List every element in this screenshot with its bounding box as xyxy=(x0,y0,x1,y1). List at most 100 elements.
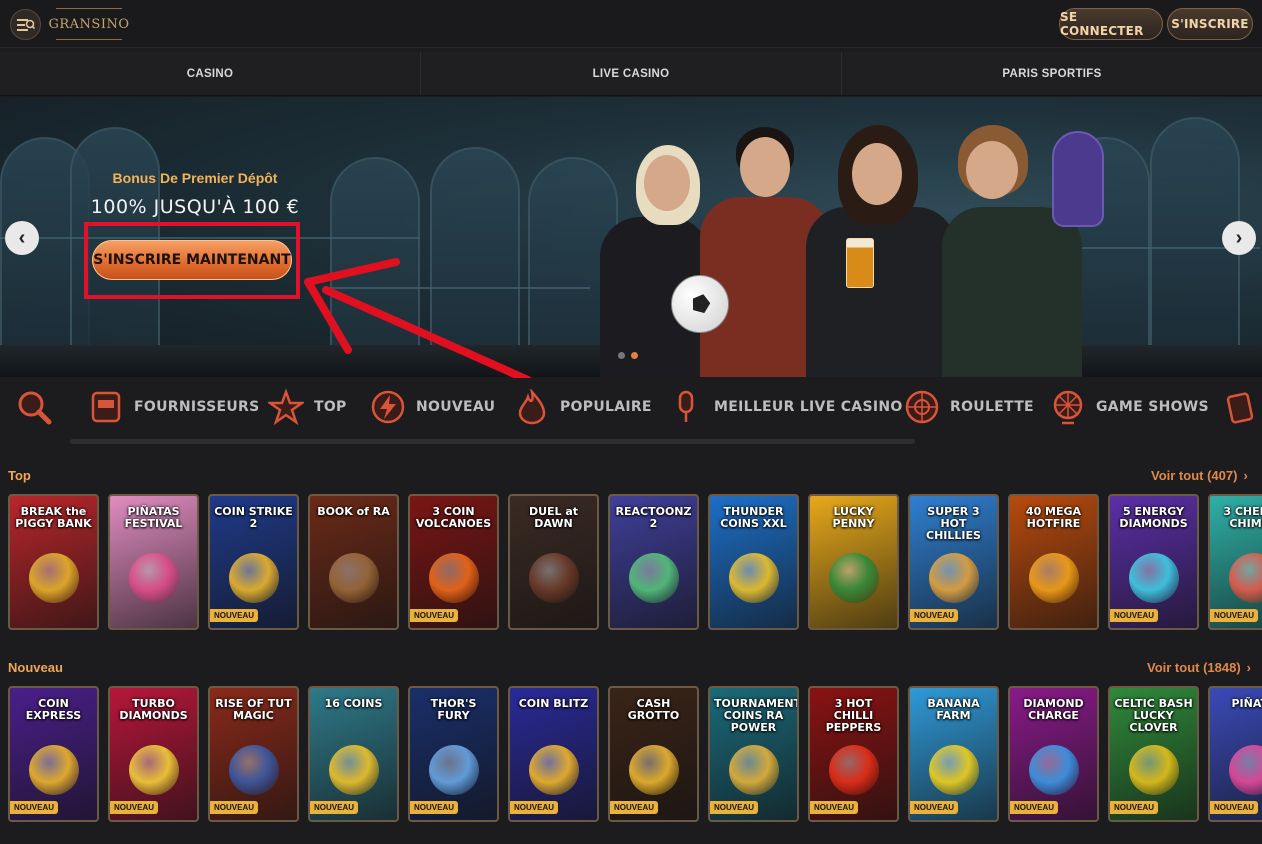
category-new[interactable]: NOUVEAU xyxy=(368,387,495,427)
game-artwork xyxy=(428,552,479,603)
game-artwork xyxy=(1028,552,1079,603)
game-tile[interactable]: 40 MEGA HOTFIRE xyxy=(1008,494,1099,630)
page: GRANSINO SE CONNECTER S'INSCRIRE CASINO … xyxy=(0,0,1262,844)
game-artwork xyxy=(528,552,579,603)
new-badge: NOUVEAU xyxy=(1210,801,1259,814)
game-title: 3 CHEEKY CHIMPS xyxy=(1223,505,1262,530)
game-tile[interactable]: REACTOONZ 2 xyxy=(608,494,699,630)
game-tile[interactable]: TURBO DIAMONDS NOUVEAU xyxy=(108,686,199,822)
game-tile[interactable]: RISE OF TUT MAGIC NOUVEAU xyxy=(208,686,299,822)
game-tile[interactable]: TOURNAMENT COINS RA POWER NOUVEAU xyxy=(708,686,799,822)
new-badge: NOUVEAU xyxy=(310,801,359,814)
game-artwork xyxy=(1128,552,1179,603)
game-title: PIÑATAS FESTIVAL xyxy=(124,505,183,530)
category-roulette[interactable]: ROULETTE xyxy=(902,387,1034,427)
football-icon xyxy=(671,275,729,333)
game-tile[interactable]: DIAMOND CHARGE NOUVEAU xyxy=(1008,686,1099,822)
game-tile[interactable]: THOR'S FURY NOUVEAU xyxy=(408,686,499,822)
logo[interactable]: GRANSINO xyxy=(49,8,129,40)
game-tile[interactable]: LUCKY PENNY xyxy=(808,494,899,630)
new-badge: NOUVEAU xyxy=(610,801,659,814)
see-all-top-link[interactable]: Voir tout (407) › xyxy=(1151,468,1248,483)
game-title: TURBO DIAMONDS xyxy=(119,697,188,722)
game-tile[interactable]: COIN BLITZ NOUVEAU xyxy=(508,686,599,822)
game-tile[interactable]: CASH GROTTO NOUVEAU xyxy=(608,686,699,822)
section-title-new: Nouveau xyxy=(8,660,63,675)
game-tile[interactable]: 3 HOT CHILLI PEPPERS NOUVEAU xyxy=(808,686,899,822)
next-slide-button[interactable]: › xyxy=(1222,221,1256,255)
game-artwork xyxy=(128,552,179,603)
category-label: ROULETTE xyxy=(950,399,1034,415)
new-badge: NOUVEAU xyxy=(910,801,959,814)
new-badge: NOUVEAU xyxy=(510,801,559,814)
game-title: 3 HOT CHILLI PEPPERS xyxy=(825,697,882,734)
search-icon xyxy=(14,387,54,427)
category-label: TOP xyxy=(314,399,347,415)
nav-casino[interactable]: CASINO xyxy=(0,52,421,95)
register-button[interactable]: S'INSCRIRE xyxy=(1167,8,1253,40)
game-artwork xyxy=(128,744,179,795)
character-man-scarf xyxy=(942,207,1082,377)
game-artwork xyxy=(728,744,779,795)
games-row-top: BREAK the PIGGY BANK PIÑATAS FESTIVAL COIN… xyxy=(8,494,1262,630)
game-title: CASH GROTTO xyxy=(627,697,680,722)
game-tile[interactable]: BANANA FARM NOUVEAU xyxy=(908,686,999,822)
register-now-button[interactable]: S'INSCRIRE MAINTENANT xyxy=(92,240,292,280)
game-tile[interactable]: PIÑATE NOUVEAU xyxy=(1208,686,1262,822)
game-title: SUPER 3 HOT CHILLIES xyxy=(926,505,981,542)
game-artwork xyxy=(828,552,879,603)
game-artwork xyxy=(1228,744,1262,795)
game-title: COIN EXPRESS xyxy=(25,697,82,722)
game-tile[interactable]: BREAK the PIGGY BANK xyxy=(8,494,99,630)
game-artwork xyxy=(628,744,679,795)
bonus-amount: 100% JUSQU'À 100 € xyxy=(90,196,300,218)
chevron-right-icon: › xyxy=(1243,468,1248,483)
category-label: POPULAIRE xyxy=(560,399,652,415)
game-title: BREAK the PIGGY BANK xyxy=(15,505,92,530)
game-title: REACTOONZ 2 xyxy=(615,505,692,530)
category-game-shows[interactable]: GAME SHOWS xyxy=(1048,387,1209,427)
game-artwork xyxy=(828,744,879,795)
see-all-label: Voir tout (1848) xyxy=(1147,660,1241,675)
see-all-new-link[interactable]: Voir tout (1848) › xyxy=(1147,660,1251,675)
category-scrollbar[interactable] xyxy=(70,439,915,444)
game-tile[interactable]: 3 COIN VOLCANOES NOUVEAU xyxy=(408,494,499,630)
search-category[interactable] xyxy=(14,387,54,427)
game-tile[interactable]: 3 CHEEKY CHIMPS NOUVEAU xyxy=(1208,494,1262,630)
category-providers[interactable]: FOURNISSEURS xyxy=(86,387,259,427)
game-tile[interactable]: PIÑATAS FESTIVAL xyxy=(108,494,199,630)
game-artwork xyxy=(328,552,379,603)
slide-dot-active[interactable] xyxy=(631,352,638,359)
nav-sports-betting[interactable]: PARIS SPORTIFS xyxy=(842,52,1262,95)
game-tile[interactable]: SUPER 3 HOT CHILLIES NOUVEAU xyxy=(908,494,999,630)
game-tile[interactable]: COIN STRIKE 2 NOUVEAU xyxy=(208,494,299,630)
shelf xyxy=(330,287,590,289)
category-best-live-casino[interactable]: MEILLEUR LIVE CASINO xyxy=(666,387,903,427)
game-title: BANANA FARM xyxy=(927,697,980,722)
game-tile[interactable]: BOOK of RA xyxy=(308,494,399,630)
category-top[interactable]: TOP xyxy=(266,387,347,427)
game-tile[interactable]: DUEL at DAWN xyxy=(508,494,599,630)
prev-slide-button[interactable]: ‹ xyxy=(5,221,39,255)
menu-button[interactable] xyxy=(10,9,41,40)
login-button[interactable]: SE CONNECTER xyxy=(1059,8,1163,40)
game-title: BOOK of RA xyxy=(317,505,390,518)
game-title: 5 ENERGY DIAMONDS xyxy=(1119,505,1188,530)
game-tile[interactable]: CELTIC BASH LUCKY CLOVER NOUVEAU xyxy=(1108,686,1199,822)
flame-icon xyxy=(512,387,552,427)
character-head xyxy=(852,143,902,205)
slide-dot[interactable] xyxy=(618,352,625,359)
game-title: DUEL at DAWN xyxy=(528,505,579,530)
beer-glass-icon xyxy=(846,238,874,288)
game-artwork xyxy=(1128,744,1179,795)
background-arch xyxy=(330,157,420,377)
category-label: FOURNISSEURS xyxy=(134,399,260,415)
category-popular[interactable]: POPULAIRE xyxy=(512,387,652,427)
game-tile[interactable]: 16 COINS NOUVEAU xyxy=(308,686,399,822)
game-tile[interactable]: COIN EXPRESS NOUVEAU xyxy=(8,686,99,822)
game-tile[interactable]: 5 ENERGY DIAMONDS NOUVEAU xyxy=(1108,494,1199,630)
category-cards[interactable] xyxy=(1222,387,1262,427)
see-all-label: Voir tout (407) xyxy=(1151,468,1238,483)
nav-live-casino[interactable]: LIVE CASINO xyxy=(421,52,842,95)
game-tile[interactable]: THUNDER COINS XXL xyxy=(708,494,799,630)
